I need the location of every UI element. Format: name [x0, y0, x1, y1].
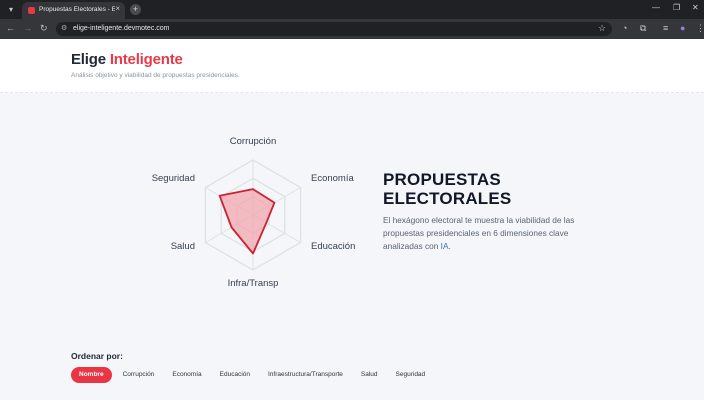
hero-description: El hexágono electoral te muestra la viab… [383, 214, 583, 253]
title-line-1: PROPUESTAS [383, 170, 501, 189]
reload-icon[interactable]: ↻ [40, 23, 48, 34]
sort-chip-educacion[interactable]: Educación [213, 367, 257, 383]
brand-word-inteligente: Inteligente [109, 51, 183, 68]
tab-search-icon[interactable]: ▾ [4, 3, 18, 16]
maximize-icon[interactable]: ❐ [673, 3, 680, 12]
tab-title: Propuestas Electorales - Elige I [39, 6, 115, 13]
axis-label-seguridad: Seguridad [152, 173, 195, 184]
axis-label-economia: Economía [311, 173, 354, 184]
browser-toolbar: ← → ↻ ⚙ elige-inteligente.devmotec.com ☆… [0, 19, 704, 39]
sort-chip-economia[interactable]: Economía [165, 367, 208, 383]
close-window-icon[interactable]: ✕ [692, 3, 699, 12]
brand-logo[interactable]: Elige Inteligente [71, 51, 183, 68]
description-text: El hexágono electoral te muestra la viab… [383, 215, 575, 251]
browser-tab-bar: ▾ Propuestas Electorales - Elige I × + —… [0, 0, 704, 19]
axis-label-infra: Infra/Transp [228, 278, 279, 289]
sort-chip-nombre[interactable]: Nombre [71, 367, 112, 383]
new-tab-button[interactable]: + [130, 4, 141, 15]
close-tab-icon[interactable]: × [115, 4, 120, 13]
hexagon-radar-chart: Corrupción Economía Educación Infra/Tran… [152, 136, 356, 289]
sort-chip-seguridad[interactable]: Seguridad [389, 367, 433, 383]
performance-icon[interactable]: ◔ [622, 23, 627, 33]
menu-kebab-icon[interactable]: ⋮ [696, 23, 704, 34]
browser-tab[interactable]: Propuestas Electorales - Elige I × [22, 2, 125, 19]
site-tagline: Análisis objetivo y viabilidad de propue… [71, 72, 240, 79]
axis-label-salud: Salud [171, 241, 195, 252]
axis-label-educacion: Educación [311, 241, 355, 252]
ia-link[interactable]: IA [441, 241, 449, 251]
title-line-2: ELECTORALES [383, 189, 512, 208]
extensions-icon[interactable]: ⧉ [640, 23, 646, 34]
sort-chip-corrupcion[interactable]: Corrupción [116, 367, 162, 383]
bookmark-star-icon[interactable]: ☆ [598, 23, 606, 34]
forward-arrow-icon[interactable]: → [23, 23, 32, 33]
minimize-icon[interactable]: — [652, 3, 660, 12]
back-arrow-icon[interactable]: ← [6, 23, 15, 33]
sort-options: Nombre Corrupción Economía Educación Infraes… [71, 367, 432, 383]
url-text: elige-inteligente.devmotec.com [73, 25, 170, 32]
site-header: Elige Inteligente Análisis objetivo y vi… [0, 39, 704, 93]
description-end: . [448, 241, 451, 251]
brand-word-elige: Elige [71, 51, 106, 68]
sort-chip-infraestructura-transporte[interactable]: Infraestructura/Transporte [261, 367, 350, 383]
axis-label-corrupcion: Corrupción [230, 136, 276, 147]
page-title: PROPUESTAS ELECTORALES [383, 170, 583, 208]
favicon-icon [28, 7, 35, 14]
sort-chip-salud[interactable]: Salud [354, 367, 385, 383]
sort-label: Ordenar por: [71, 351, 123, 361]
reading-list-icon[interactable]: ≡ [663, 23, 668, 33]
profile-avatar-icon[interactable]: ● [680, 23, 685, 33]
site-info-icon[interactable]: ⚙ [61, 24, 67, 32]
address-bar[interactable]: ⚙ elige-inteligente.devmotec.com [56, 22, 612, 36]
